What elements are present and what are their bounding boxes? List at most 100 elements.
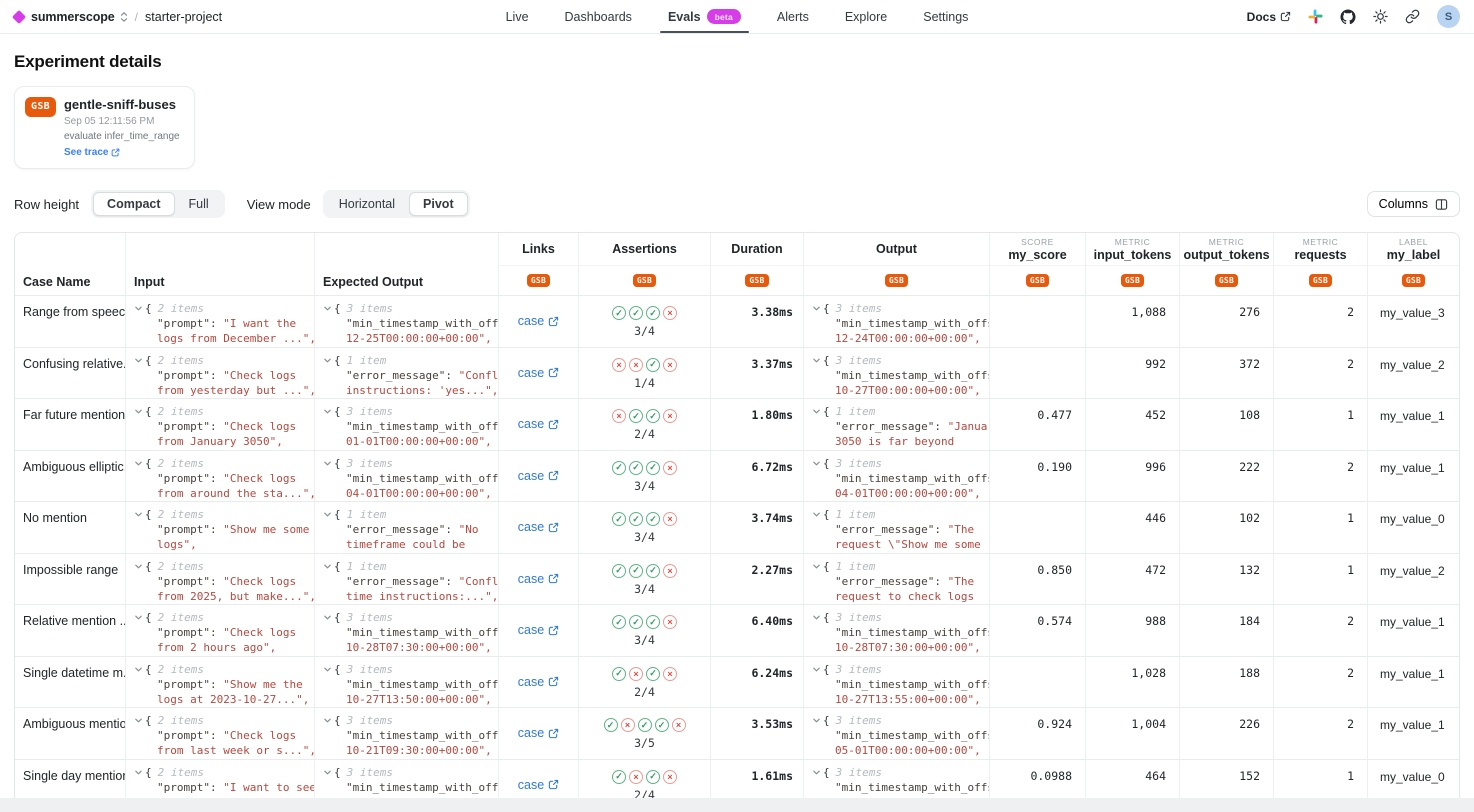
row-height-compact-option[interactable]: Compact — [93, 192, 174, 216]
see-trace-link[interactable]: See trace — [64, 147, 180, 158]
experiment-gsb-badge[interactable]: GSB — [633, 274, 656, 288]
theme-toggle-icon[interactable] — [1373, 9, 1388, 24]
expander-chevron-icon[interactable] — [812, 407, 821, 416]
expander-chevron-icon[interactable] — [323, 510, 332, 519]
experiment-gsb-badge[interactable]: GSB — [1026, 274, 1049, 288]
expander-chevron-icon[interactable] — [323, 304, 332, 313]
expander-chevron-icon[interactable] — [812, 768, 821, 777]
column-header-duration[interactable]: Duration — [710, 233, 803, 265]
expander-chevron-icon[interactable] — [323, 665, 332, 674]
nav-tab-settings[interactable]: Settings — [923, 0, 968, 33]
assertion-pass-icon[interactable]: ✓ — [646, 667, 660, 681]
column-header-my_label[interactable]: LABELmy_label — [1367, 233, 1459, 265]
assertion-fail-icon[interactable]: × — [629, 667, 643, 681]
expander-chevron-icon[interactable] — [134, 562, 143, 571]
view-mode-pivot-option[interactable]: Pivot — [409, 192, 468, 216]
assertion-pass-icon[interactable]: ✓ — [604, 718, 618, 732]
case-trace-link[interactable]: case — [518, 726, 559, 740]
column-header-links[interactable]: Links — [498, 233, 578, 265]
column-header-requests[interactable]: METRICrequests — [1273, 233, 1367, 265]
expander-chevron-icon[interactable] — [323, 768, 332, 777]
case-trace-link[interactable]: case — [518, 417, 559, 431]
assertion-fail-icon[interactable]: × — [663, 770, 677, 784]
assertion-pass-icon[interactable]: ✓ — [629, 409, 643, 423]
assertion-fail-icon[interactable]: × — [612, 358, 626, 372]
expander-chevron-icon[interactable] — [134, 356, 143, 365]
experiment-gsb-badge[interactable]: GSB — [1402, 274, 1425, 288]
assertion-pass-icon[interactable]: ✓ — [612, 667, 626, 681]
case-trace-link[interactable]: case — [518, 675, 559, 689]
assertion-pass-icon[interactable]: ✓ — [612, 306, 626, 320]
experiment-gsb-badge[interactable]: GSB — [885, 274, 908, 288]
assertion-pass-icon[interactable]: ✓ — [612, 770, 626, 784]
case-trace-link[interactable]: case — [518, 314, 559, 328]
assertion-pass-icon[interactable]: ✓ — [612, 564, 626, 578]
expander-chevron-icon[interactable] — [812, 665, 821, 674]
assertion-fail-icon[interactable]: × — [621, 718, 635, 732]
assertion-pass-icon[interactable]: ✓ — [646, 615, 660, 629]
expander-chevron-icon[interactable] — [812, 304, 821, 313]
nav-tab-explore[interactable]: Explore — [845, 0, 887, 33]
view-mode-horizontal-option[interactable]: Horizontal — [325, 192, 409, 216]
expander-chevron-icon[interactable] — [134, 768, 143, 777]
assertion-pass-icon[interactable]: ✓ — [646, 306, 660, 320]
column-header-input_tokens[interactable]: METRICinput_tokens — [1085, 233, 1179, 265]
columns-button[interactable]: Columns — [1367, 191, 1460, 217]
assertion-pass-icon[interactable]: ✓ — [646, 358, 660, 372]
assertion-fail-icon[interactable]: × — [663, 564, 677, 578]
assertion-pass-icon[interactable]: ✓ — [646, 512, 660, 526]
experiment-gsb-badge[interactable]: GSB — [1215, 274, 1238, 288]
assertion-fail-icon[interactable]: × — [663, 461, 677, 475]
org-switcher[interactable]: summerscope — [31, 10, 115, 24]
assertion-fail-icon[interactable]: × — [663, 615, 677, 629]
expander-chevron-icon[interactable] — [323, 459, 332, 468]
column-header-case_name[interactable]: Case Name — [15, 233, 125, 295]
assertion-fail-icon[interactable]: × — [629, 770, 643, 784]
assertion-fail-icon[interactable]: × — [663, 306, 677, 320]
assertion-pass-icon[interactable]: ✓ — [646, 564, 660, 578]
column-header-expected_output[interactable]: Expected Output — [314, 233, 498, 295]
assertion-pass-icon[interactable]: ✓ — [646, 461, 660, 475]
expander-chevron-icon[interactable] — [134, 510, 143, 519]
expander-chevron-icon[interactable] — [323, 562, 332, 571]
expander-chevron-icon[interactable] — [323, 613, 332, 622]
share-link-icon[interactable] — [1405, 9, 1420, 24]
assertion-fail-icon[interactable]: × — [629, 358, 643, 372]
assertion-fail-icon[interactable]: × — [663, 409, 677, 423]
experiment-gsb-badge[interactable]: GSB — [1121, 274, 1144, 288]
assertion-pass-icon[interactable]: ✓ — [638, 718, 652, 732]
assertion-pass-icon[interactable]: ✓ — [646, 409, 660, 423]
column-header-output_tokens[interactable]: METRICoutput_tokens — [1179, 233, 1273, 265]
avatar[interactable]: S — [1437, 5, 1460, 28]
expander-chevron-icon[interactable] — [812, 459, 821, 468]
experiment-gsb-badge[interactable]: GSB — [1309, 274, 1332, 288]
docs-link[interactable]: Docs — [1247, 10, 1291, 24]
assertion-pass-icon[interactable]: ✓ — [629, 615, 643, 629]
column-header-assertions[interactable]: Assertions — [578, 233, 710, 265]
assertion-pass-icon[interactable]: ✓ — [629, 306, 643, 320]
org-switcher-chevrons-icon[interactable] — [120, 11, 128, 23]
column-header-output[interactable]: Output — [803, 233, 989, 265]
expander-chevron-icon[interactable] — [812, 562, 821, 571]
expander-chevron-icon[interactable] — [812, 510, 821, 519]
assertion-pass-icon[interactable]: ✓ — [629, 461, 643, 475]
assertion-pass-icon[interactable]: ✓ — [612, 615, 626, 629]
expander-chevron-icon[interactable] — [134, 407, 143, 416]
expander-chevron-icon[interactable] — [134, 716, 143, 725]
nav-tab-evals[interactable]: Evalsbeta — [668, 0, 741, 33]
assertion-fail-icon[interactable]: × — [663, 512, 677, 526]
case-trace-link[interactable]: case — [518, 623, 559, 637]
github-icon[interactable] — [1340, 9, 1356, 25]
expander-chevron-icon[interactable] — [134, 613, 143, 622]
assertion-fail-icon[interactable]: × — [672, 718, 686, 732]
assertion-fail-icon[interactable]: × — [663, 358, 677, 372]
experiment-gsb-badge[interactable]: GSB — [527, 274, 550, 288]
nav-tab-dashboards[interactable]: Dashboards — [565, 0, 632, 33]
assertion-pass-icon[interactable]: ✓ — [629, 512, 643, 526]
expander-chevron-icon[interactable] — [323, 407, 332, 416]
expander-chevron-icon[interactable] — [812, 716, 821, 725]
assertion-fail-icon[interactable]: × — [612, 409, 626, 423]
assertion-pass-icon[interactable]: ✓ — [629, 564, 643, 578]
case-trace-link[interactable]: case — [518, 520, 559, 534]
nav-tab-alerts[interactable]: Alerts — [777, 0, 809, 33]
